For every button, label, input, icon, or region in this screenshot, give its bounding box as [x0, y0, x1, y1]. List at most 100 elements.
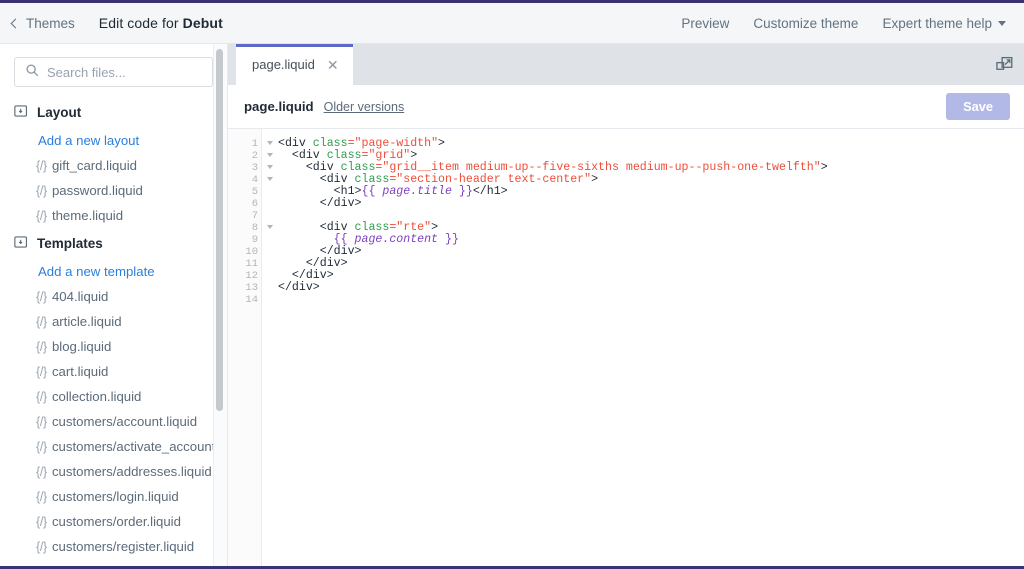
- editor-tabstrip: page.liquid ✕: [228, 44, 1024, 85]
- tree-file-label: password.liquid: [51, 183, 143, 198]
- editor-filebar: page.liquid Older versions Save: [228, 85, 1024, 129]
- tab-page-liquid[interactable]: page.liquid ✕: [236, 44, 353, 85]
- line-number: 2: [228, 150, 273, 162]
- tree-file-item[interactable]: {/} customers/order.liquid: [0, 509, 227, 534]
- liquid-file-icon: {/}: [36, 390, 47, 404]
- tree-file-label: 404.liquid: [51, 289, 109, 304]
- tree-file-label: customers/register.liquid: [51, 539, 195, 554]
- line-number: 8: [228, 222, 273, 234]
- code-line: </div>: [278, 258, 1024, 270]
- save-button[interactable]: Save: [946, 93, 1010, 120]
- tree-file-item[interactable]: {/} password.liquid: [0, 178, 227, 203]
- code-line: <h1>{{ page.title }}</h1>: [278, 186, 1024, 198]
- tree-file-item[interactable]: {/} collection.liquid: [0, 384, 227, 409]
- tree-file-item[interactable]: {/} customers/register.liquid: [0, 534, 227, 559]
- liquid-file-icon: {/}: [36, 440, 47, 454]
- search-files-box[interactable]: [14, 57, 213, 87]
- tree-group-templates[interactable]: Templates: [0, 228, 227, 259]
- code-line: {{ page.content }}: [278, 234, 1024, 246]
- tree-file-item[interactable]: {/} customers/reset_password.liquid: [0, 559, 227, 566]
- code-area[interactable]: 1 2 3 4 5 6 7 8 9 10 11 12 13 14 <div class="page-wid…: [228, 129, 1024, 566]
- liquid-file-icon: {/}: [36, 290, 47, 304]
- tree-file-item[interactable]: {/} customers/account.liquid: [0, 409, 227, 434]
- tree-file-label: collection.liquid: [51, 389, 142, 404]
- tree-file-item[interactable]: {/} gift_card.liquid: [0, 153, 227, 178]
- line-number: 12: [245, 270, 258, 282]
- tree-file-label: cart.liquid: [51, 364, 109, 379]
- search-icon: [25, 63, 39, 82]
- add-new-templates-link[interactable]: Add a new template: [0, 259, 227, 284]
- tree-group-layout[interactable]: Layout: [0, 97, 227, 128]
- file-tree: Layout Add a new layout {/} gift_card.liqui…: [0, 97, 227, 566]
- folder-icon: [14, 104, 28, 121]
- add-new-layout-link[interactable]: Add a new layout: [0, 128, 227, 153]
- liquid-file-icon: {/}: [36, 415, 47, 429]
- back-to-themes-link[interactable]: Themes: [10, 15, 75, 31]
- close-icon[interactable]: ✕: [327, 58, 339, 72]
- code-line: </div>: [278, 282, 1024, 294]
- code-line: </div>: [278, 198, 1024, 210]
- file-sidebar: Layout Add a new layout {/} gift_card.liqui…: [0, 44, 228, 566]
- line-number-gutter: 1 2 3 4 5 6 7 8 9 10 11 12 13 14: [228, 129, 273, 566]
- folder-icon: [14, 235, 28, 252]
- fold-arrow-icon[interactable]: [267, 141, 273, 145]
- chevron-down-icon: [998, 20, 1006, 26]
- sidebar-scrollbar-track[interactable]: [213, 44, 227, 566]
- fold-arrow-icon[interactable]: [267, 225, 273, 229]
- sidebar-scrollbar-thumb[interactable]: [216, 49, 223, 411]
- tree-file-item[interactable]: {/} customers/addresses.liquid: [0, 459, 227, 484]
- code-editor-panel: page.liquid ✕ page.liquid Older versions…: [228, 44, 1024, 566]
- fold-arrow-icon[interactable]: [267, 177, 273, 181]
- code-token-liq: }}: [451, 185, 473, 198]
- code-content[interactable]: <div class="page-width"> <div class="gri…: [262, 129, 1024, 566]
- preview-link[interactable]: Preview: [681, 16, 729, 31]
- back-to-themes-label: Themes: [26, 15, 75, 31]
- expand-icon[interactable]: [996, 56, 1013, 73]
- liquid-file-icon: {/}: [36, 540, 47, 554]
- liquid-file-icon: {/}: [36, 315, 47, 329]
- line-number: 3: [228, 162, 273, 174]
- older-versions-link[interactable]: Older versions: [324, 100, 405, 114]
- tree-file-label: customers/login.liquid: [51, 489, 179, 504]
- line-number: 4: [228, 174, 273, 186]
- line-number: 7: [251, 210, 258, 222]
- theme-code-editor-window: Themes Edit code for Debut Preview Custo…: [0, 0, 1024, 569]
- header-actions: Preview Customize theme Expert theme hel…: [681, 16, 1006, 31]
- customize-theme-link[interactable]: Customize theme: [753, 16, 858, 31]
- line-number: 1: [228, 138, 273, 150]
- chevron-left-icon: [10, 18, 21, 28]
- expert-theme-help-menu[interactable]: Expert theme help: [882, 16, 1006, 31]
- liquid-file-icon: {/}: [36, 565, 47, 566]
- liquid-file-icon: {/}: [36, 184, 47, 198]
- tree-file-item[interactable]: {/} cart.liquid: [0, 359, 227, 384]
- theme-name: Debut: [182, 15, 223, 31]
- fold-arrow-icon[interactable]: [267, 153, 273, 157]
- code-token-tag: >: [591, 173, 599, 186]
- tree-file-item[interactable]: {/} article.liquid: [0, 309, 227, 334]
- tree-file-item[interactable]: {/} 404.liquid: [0, 284, 227, 309]
- code-token-tag: >: [438, 137, 446, 150]
- tab-label: page.liquid: [252, 57, 315, 72]
- tree-file-item[interactable]: {/} theme.liquid: [0, 203, 227, 228]
- search-files-container: [0, 44, 227, 97]
- fold-arrow-icon[interactable]: [267, 165, 273, 169]
- editor-file-name: page.liquid: [244, 99, 314, 114]
- tree-file-label: customers/reset_password.liquid: [52, 564, 227, 566]
- line-number: 6: [251, 198, 258, 210]
- code-line: </div>: [278, 246, 1024, 258]
- tree-file-item[interactable]: {/} customers/activate_account.liquid: [0, 434, 227, 459]
- tree-file-item[interactable]: {/} blog.liquid: [0, 334, 227, 359]
- line-number: 10: [245, 246, 258, 258]
- tree-file-label: customers/account.liquid: [51, 414, 198, 429]
- code-token-var: page.content: [354, 233, 439, 246]
- tree-file-label: theme.liquid: [51, 208, 124, 223]
- tree-file-item[interactable]: {/} customers/login.liquid: [0, 484, 227, 509]
- liquid-file-icon: {/}: [36, 465, 47, 479]
- code-token-tag: >: [820, 161, 828, 174]
- code-token-liq: {{: [361, 185, 383, 198]
- page-title: Edit code for Debut: [99, 15, 223, 31]
- code-token-tag: </h1>: [472, 185, 508, 198]
- search-input[interactable]: [47, 64, 212, 80]
- line-number: 9: [251, 234, 258, 246]
